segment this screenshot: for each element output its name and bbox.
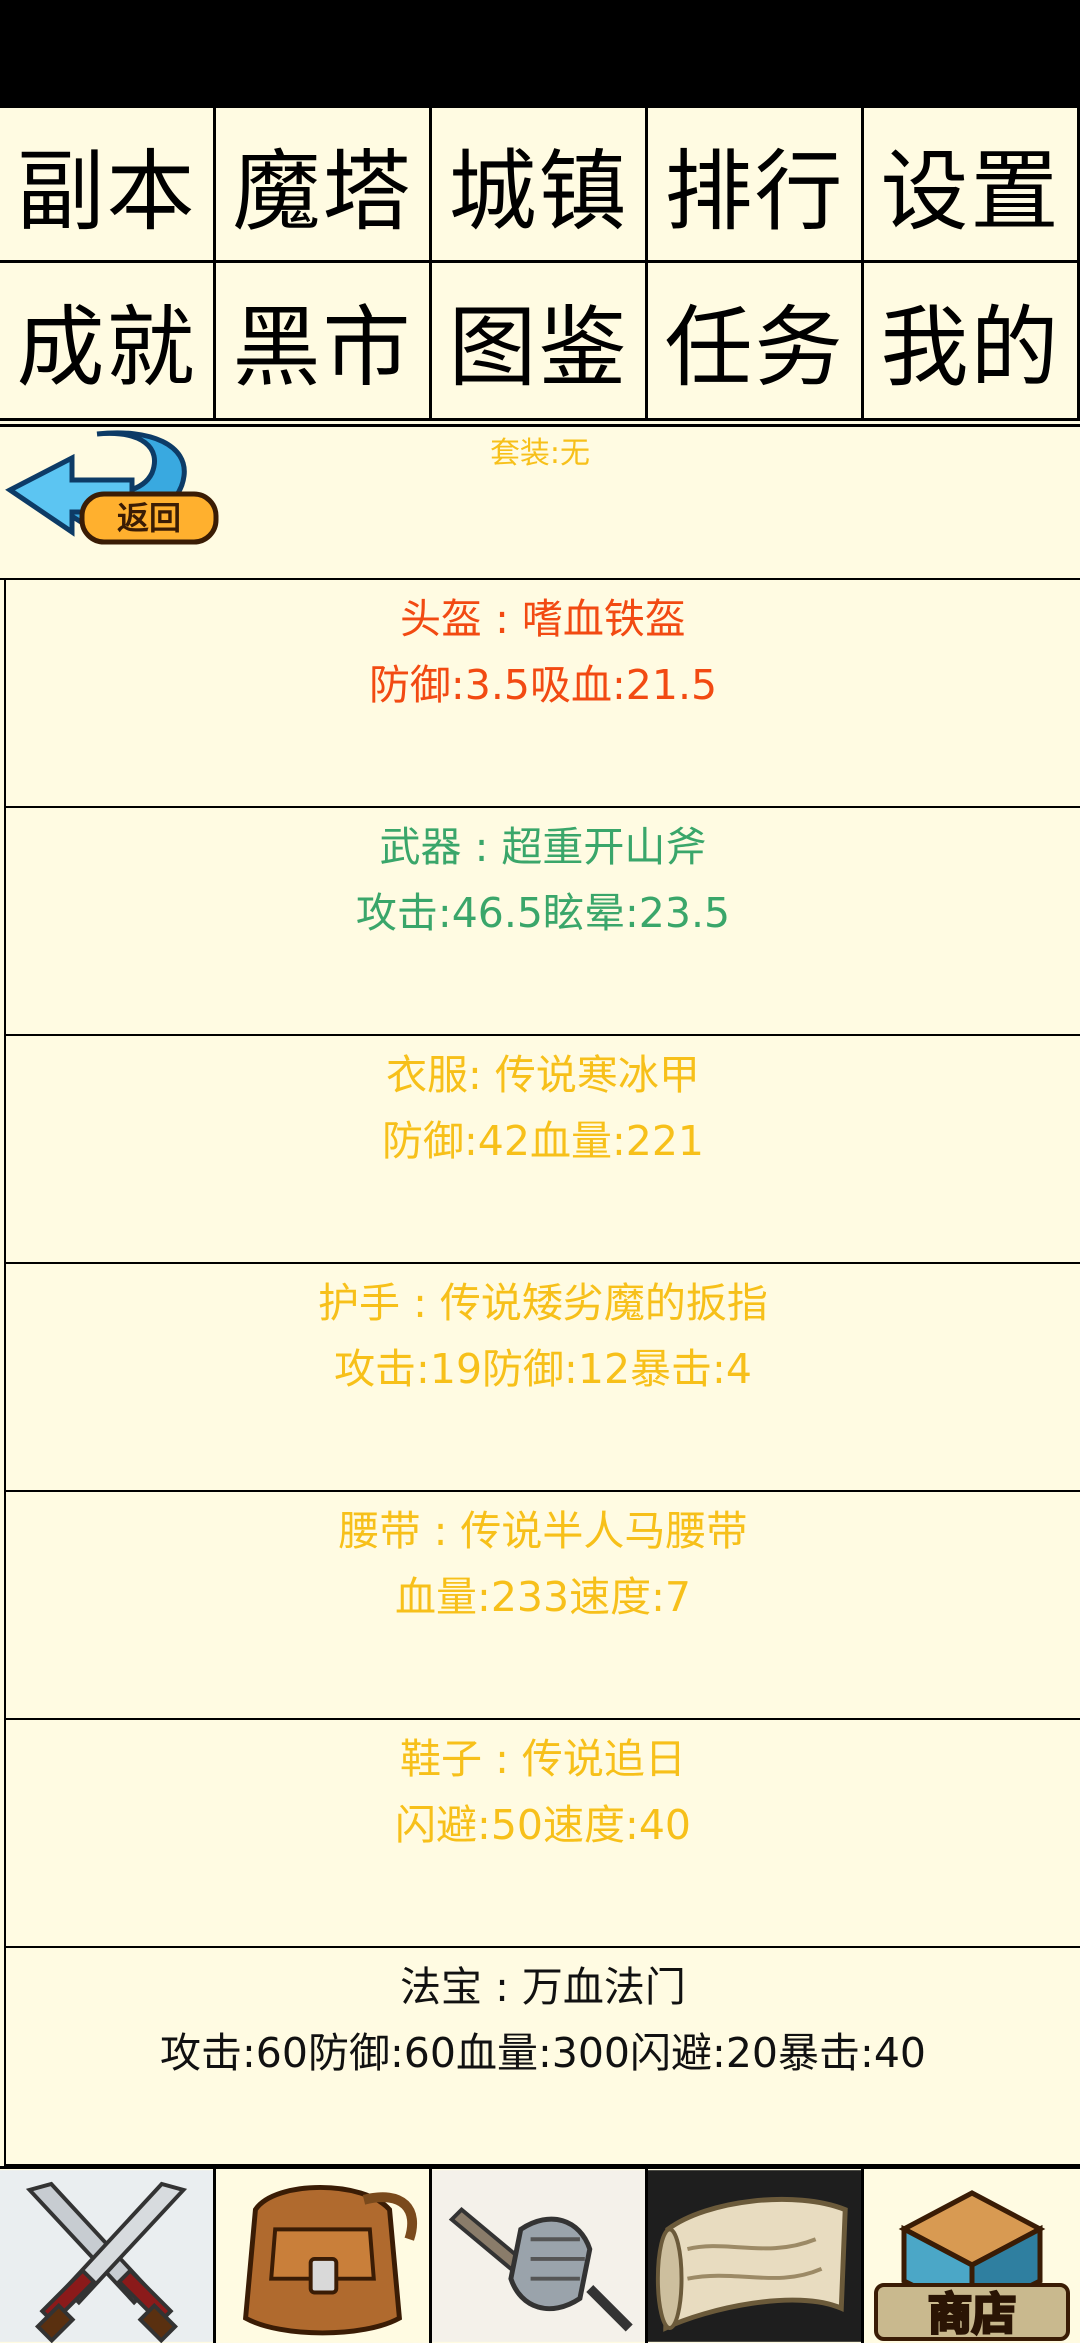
main-menu: 副本 魔塔 城镇 排行 设置 成就 黑市 图鉴 任务 我的 [0,105,1080,427]
menu-town[interactable]: 城镇 [429,105,648,263]
backpack-icon [216,2170,429,2342]
menu-codex[interactable]: 图鉴 [429,260,648,421]
menu-mine[interactable]: 我的 [861,260,1080,421]
menu-quests[interactable]: 任务 [645,260,864,421]
equipment-slot-helmet[interactable]: 头盔 : 嗜血铁盔 防御:3.5吸血:21.5 [4,580,1080,808]
crossed-swords-icon [0,2170,213,2343]
equipment-slot-treasure[interactable]: 法宝 : 万血法门 攻击:60防御:60血量:300闪避:20暴击:40 [4,1948,1080,2166]
equipment-slot-armor[interactable]: 衣服: 传说寒冰甲 防御:42血量:221 [4,1036,1080,1264]
menu-magic-tower[interactable]: 魔塔 [213,105,432,263]
equipment-header: 返回 套装:无 [0,424,1080,580]
slot-stats: 闪避:50速度:40 [395,1801,691,1849]
slot-name: 武器 : 超重开山斧 [379,823,707,871]
slot-stats: 血量:233速度:7 [395,1573,691,1621]
slot-stats: 攻击:60防御:60血量:300闪避:20暴击:40 [159,2029,926,2077]
equipment-slot-gloves[interactable]: 护手 : 传说矮劣魔的扳指 攻击:19防御:12暴击:4 [4,1264,1080,1492]
tab-inventory[interactable] [216,2169,432,2343]
app-screen: 副本 魔塔 城镇 排行 设置 成就 黑市 图鉴 任务 我的 返回 套装:无 头盔… [0,105,1080,2343]
equipment-slot-weapon[interactable]: 武器 : 超重开山斧 攻击:46.5眩晕:23.5 [4,808,1080,1036]
svg-text:返回: 返回 [117,499,181,537]
suit-status: 套装:无 [489,436,591,471]
slot-stats: 攻击:19防御:12暴击:4 [334,1345,752,1393]
tab-shop[interactable]: 商店 [864,2169,1080,2343]
svg-text:商店: 商店 [928,2289,1016,2340]
slot-name: 衣服: 传说寒冰甲 [386,1051,700,1099]
menu-achievements[interactable]: 成就 [0,260,216,421]
scroll-map-icon [648,2170,861,2342]
slot-name: 腰带 : 传说半人马腰带 [338,1507,748,1555]
tab-battle[interactable] [0,2169,216,2343]
slot-stats: 攻击:46.5眩晕:23.5 [355,889,731,937]
equipment-slot-boots[interactable]: 鞋子 : 传说追日 闪避:50速度:40 [4,1720,1080,1948]
menu-settings[interactable]: 设置 [861,105,1080,263]
slot-name: 鞋子 : 传说追日 [400,1735,686,1783]
tab-map[interactable] [648,2169,864,2343]
slot-name: 护手 : 传说矮劣魔的扳指 [318,1279,768,1327]
shop-icon: 商店 [864,2169,1080,2343]
slot-stats: 防御:3.5吸血:21.5 [368,661,718,709]
slot-stats: 防御:42血量:221 [381,1117,705,1165]
menu-dungeon[interactable]: 副本 [0,105,216,263]
equipment-slot-belt[interactable]: 腰带 : 传说半人马腰带 血量:233速度:7 [4,1492,1080,1720]
gauntlet-icon [432,2170,645,2342]
tab-equipment[interactable] [432,2169,648,2343]
bottom-nav: 商店 [0,2166,1080,2343]
menu-black-market[interactable]: 黑市 [213,260,432,421]
slot-name: 头盔 : 嗜血铁盔 [400,595,686,643]
slot-name: 法宝 : 万血法门 [400,1963,686,2011]
menu-ranking[interactable]: 排行 [645,105,864,263]
